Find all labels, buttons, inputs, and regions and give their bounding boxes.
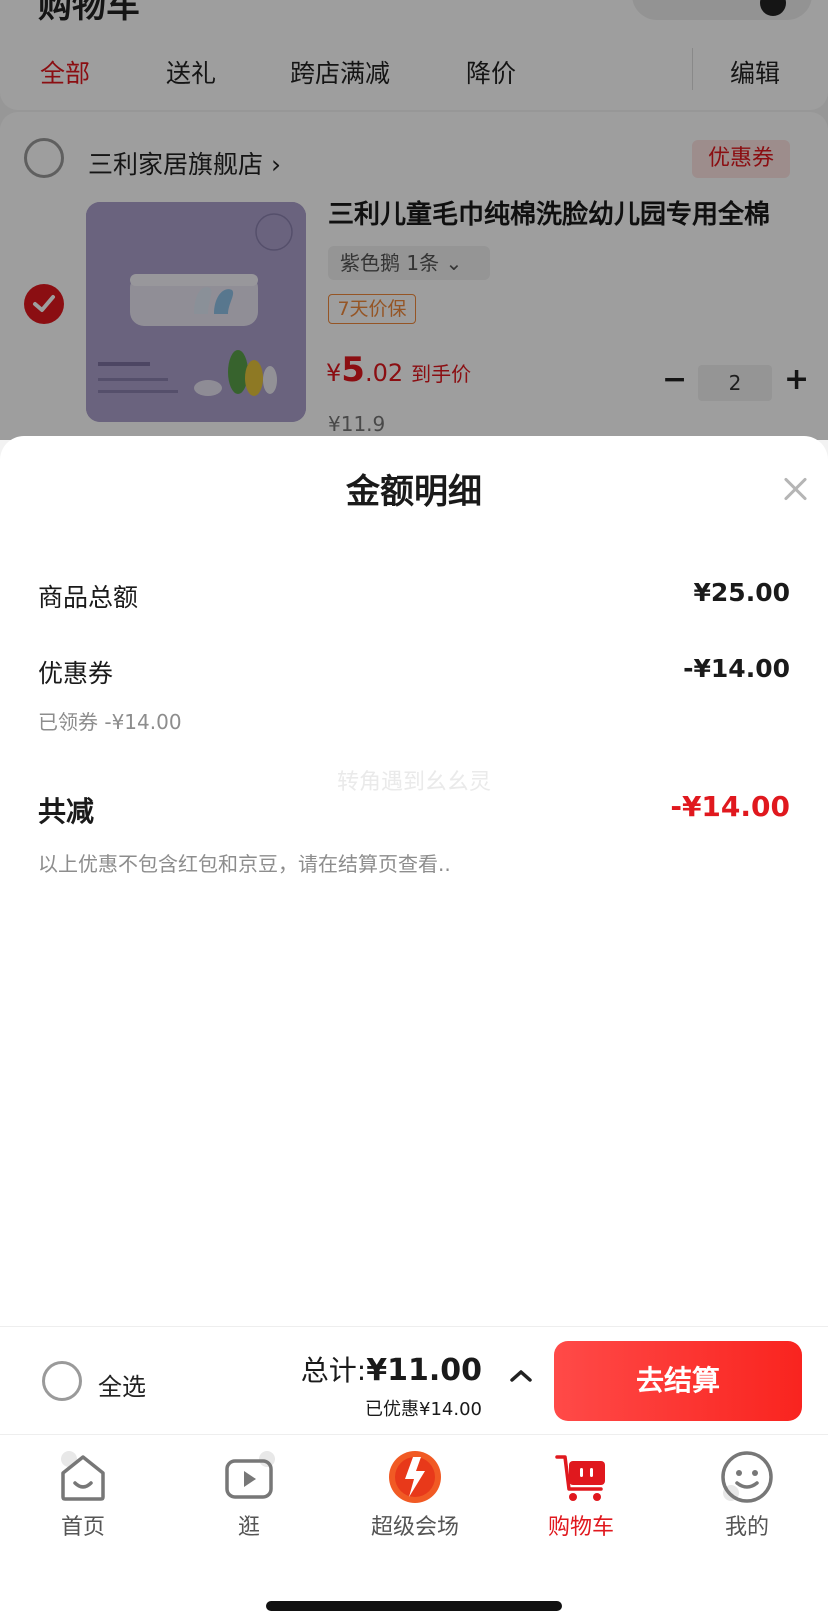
coupon-sub-text: 已领券 -¥14.00 (38, 710, 182, 734)
total-discount-label: 共减 (38, 795, 95, 828)
nav-browse[interactable]: 逛 (166, 1449, 332, 1549)
checkout-bar: 全选 总计:¥11.00 已优惠¥14.00 去结算 (0, 1326, 828, 1434)
discount-disclaimer: 以上优惠不包含红包和京豆，请在结算页查看.. (38, 852, 451, 876)
bottom-tab-bar: 首页 逛 超级会场 购物车 我的 (0, 1434, 828, 1622)
goods-total-value: ¥25.00 (693, 578, 790, 607)
modal-overlay[interactable] (0, 0, 828, 440)
select-all-checkbox[interactable] (42, 1361, 82, 1401)
checkout-button[interactable]: 去结算 (554, 1341, 802, 1421)
nav-home[interactable]: 首页 (0, 1449, 166, 1549)
home-icon (61, 1451, 105, 1501)
super-venue-icon (389, 1451, 441, 1503)
sheet-title: 金额明细 (346, 472, 482, 512)
order-total: 总计:¥11.00 (300, 1353, 482, 1388)
nav-super-venue[interactable]: 超级会场 (332, 1449, 498, 1549)
nav-browse-label: 逛 (237, 1515, 260, 1540)
total-discount-value: -¥14.00 (670, 790, 790, 823)
coupon-label: 优惠券 (38, 659, 114, 688)
nav-super-venue-label: 超级会场 (370, 1515, 459, 1540)
chevron-up-icon[interactable] (506, 1361, 536, 1391)
home-indicator (266, 1601, 562, 1611)
cart-icon (555, 1455, 605, 1501)
nav-mine-label: 我的 (724, 1515, 769, 1540)
saved-amount: 已优惠¥14.00 (365, 1399, 482, 1420)
smile-icon (721, 1451, 773, 1503)
nav-home-label: 首页 (60, 1515, 105, 1540)
close-icon[interactable] (780, 474, 810, 504)
play-icon (225, 1451, 275, 1499)
amount-detail-sheet: 金额明细 商品总额 ¥25.00 优惠券 -¥14.00 已领券 -¥14.00… (0, 436, 828, 1328)
goods-total-label: 商品总额 (38, 583, 139, 612)
nav-mine[interactable]: 我的 (664, 1449, 828, 1549)
nav-cart[interactable]: 购物车 (498, 1449, 664, 1549)
select-all-label[interactable]: 全选 (98, 1367, 146, 1402)
coupon-value: -¥14.00 (683, 654, 790, 683)
cart-page-background: 购物车 全部 送礼 跨店满减 降价 编辑 三利家居旗舰店 › 优惠券 三利儿童毛… (0, 0, 828, 440)
nav-cart-label: 购物车 (547, 1515, 614, 1540)
